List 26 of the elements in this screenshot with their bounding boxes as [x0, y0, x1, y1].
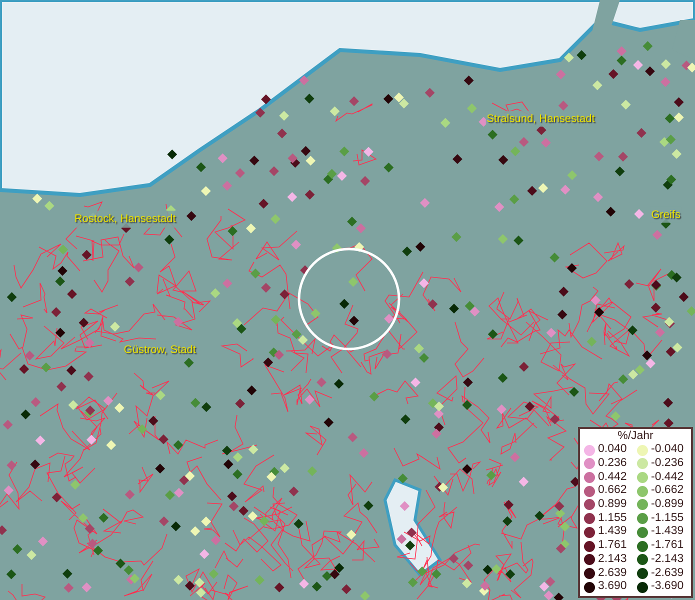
place-label: Stralsund, Hansestadt: [486, 110, 596, 128]
legend-label: -1.439: [651, 525, 685, 540]
legend-label: -0.442: [651, 470, 685, 484]
legend-label: 2.639: [598, 566, 628, 580]
legend-label: -0.899: [651, 498, 685, 512]
legend-label: 1.761: [598, 539, 628, 553]
legend-label: 1.155: [598, 512, 628, 526]
legend-label: -0.236: [651, 456, 685, 471]
legend-label: -1.761: [651, 539, 685, 553]
legend-label: -2.639: [651, 566, 685, 580]
legend-label: 0.662: [598, 484, 628, 498]
legend-label: -0.662: [651, 484, 685, 498]
legend-label: -1.155: [651, 512, 685, 526]
legend-label: 0.442: [598, 470, 628, 484]
place-label: Rostock, Hansestadt: [73, 210, 177, 228]
legend-title: %/Jahr: [616, 430, 654, 444]
legend-label: 0.899: [598, 498, 628, 512]
legend-label: 0.040: [598, 443, 628, 457]
legend-label: 3.690: [598, 580, 628, 594]
legend-label: 0.236: [598, 456, 628, 471]
legend-label: -3.690: [651, 580, 685, 594]
place-label: Güstrow, Stadt: [122, 342, 197, 358]
legend-label: -0.040: [651, 443, 685, 457]
legend-label: 2.143: [598, 552, 628, 567]
legend-label: 1.439: [598, 525, 628, 540]
legend-label: -2.143: [651, 552, 685, 567]
